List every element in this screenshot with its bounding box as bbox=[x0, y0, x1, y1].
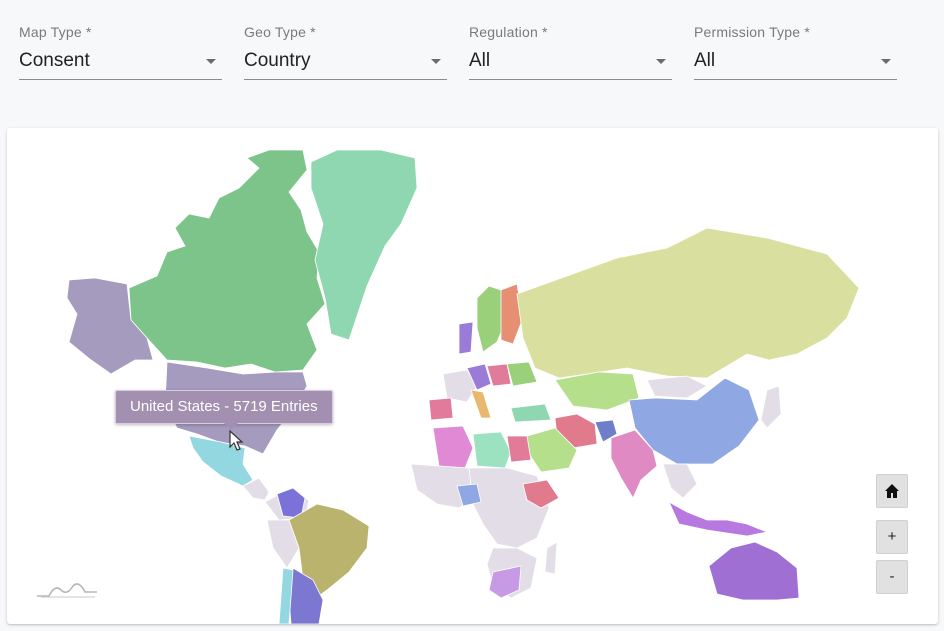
country-greenland[interactable] bbox=[310, 149, 418, 341]
zoom-out-button[interactable]: - bbox=[876, 560, 908, 594]
field-underline bbox=[244, 79, 447, 80]
permission-type-select[interactable]: Permission Type * All bbox=[694, 22, 897, 80]
chevron-down-icon bbox=[431, 59, 441, 64]
map-type-label: Map Type * bbox=[19, 24, 92, 40]
chart-logo-icon bbox=[37, 583, 97, 598]
world-map[interactable] bbox=[7, 128, 938, 624]
country-uk[interactable] bbox=[458, 321, 474, 355]
geo-type-label: Geo Type * bbox=[244, 24, 316, 40]
home-icon bbox=[885, 484, 899, 498]
country-southeast-asia[interactable] bbox=[662, 463, 698, 499]
country-russia[interactable] bbox=[516, 227, 860, 379]
country-egypt[interactable] bbox=[506, 435, 532, 463]
country-central-africa[interactable] bbox=[468, 467, 550, 549]
field-underline bbox=[469, 79, 672, 80]
mouse-cursor-icon bbox=[229, 430, 244, 451]
field-underline bbox=[694, 79, 897, 80]
regulation-select[interactable]: Regulation * All bbox=[469, 22, 672, 80]
country-italy[interactable] bbox=[470, 389, 492, 419]
chevron-down-icon bbox=[656, 59, 666, 64]
geo-type-value: Country bbox=[244, 50, 311, 71]
home-button[interactable] bbox=[876, 474, 908, 508]
map-type-select[interactable]: Map Type * Consent bbox=[19, 22, 222, 80]
country-libya[interactable] bbox=[472, 431, 512, 469]
country-canada[interactable] bbox=[128, 149, 326, 373]
map-type-value: Consent bbox=[19, 50, 90, 71]
country-algeria[interactable] bbox=[432, 425, 474, 469]
country-spain[interactable] bbox=[428, 397, 454, 421]
permission-type-label: Permission Type * bbox=[694, 24, 810, 40]
zoom-in-button[interactable]: + bbox=[876, 520, 908, 554]
country-japan[interactable] bbox=[760, 385, 782, 429]
filter-bar: Map Type * Consent Geo Type * Country Re… bbox=[0, 0, 944, 100]
country-madagascar[interactable] bbox=[544, 541, 558, 575]
map-tooltip: United States - 5719 Entries bbox=[115, 390, 333, 430]
country-turkey[interactable] bbox=[510, 403, 552, 423]
permission-type-value: All bbox=[694, 50, 716, 71]
chevron-down-icon bbox=[881, 59, 891, 64]
regulation-value: All bbox=[469, 50, 491, 71]
geo-type-select[interactable]: Geo Type * Country bbox=[244, 22, 447, 80]
field-underline bbox=[19, 79, 222, 80]
country-kazakhstan[interactable] bbox=[554, 371, 640, 411]
country-australia[interactable] bbox=[708, 541, 800, 601]
country-mongolia[interactable] bbox=[646, 375, 708, 399]
world-map-panel: United States - 5719 Entries + - bbox=[7, 128, 938, 624]
regulation-label: Regulation * bbox=[469, 24, 548, 40]
country-indonesia[interactable] bbox=[668, 501, 769, 537]
chevron-down-icon bbox=[206, 59, 216, 64]
country-ukraine[interactable] bbox=[506, 361, 538, 387]
